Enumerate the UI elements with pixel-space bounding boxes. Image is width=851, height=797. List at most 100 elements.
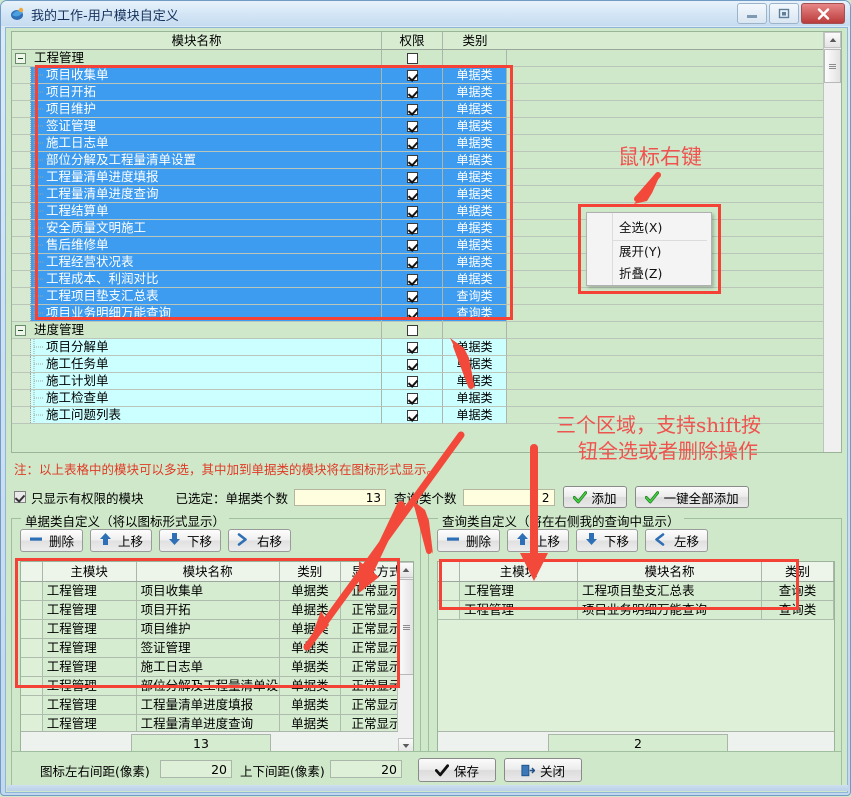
tree-permission-cell[interactable]	[382, 271, 443, 288]
tree-item-row[interactable]: 施工检查单单据类	[12, 390, 824, 407]
tree-item-row[interactable]: 工程量清单进度填报单据类	[12, 169, 824, 186]
permission-checkbox[interactable]	[407, 138, 418, 149]
tree-item-row[interactable]: 签证管理单据类	[12, 118, 824, 135]
tree-row-name-cell[interactable]: 工程项目垫支汇总表	[12, 288, 382, 305]
permission-checkbox[interactable]	[407, 206, 418, 217]
bill-count-field[interactable]: 13	[294, 489, 386, 506]
tree-permission-cell[interactable]	[382, 254, 443, 271]
tree-permission-cell[interactable]	[382, 186, 443, 203]
grid-column-header[interactable]: 模块名称	[137, 562, 280, 581]
table-row[interactable]: 工程管理签证管理单据类正常显示	[21, 639, 413, 658]
table-row[interactable]: 工程管理施工日志单单据类正常显示	[21, 658, 413, 677]
tree-row-name-cell[interactable]: 施工计划单	[12, 373, 382, 390]
bill-panel-arrow-right-button[interactable]: 右移	[228, 529, 291, 552]
tree-permission-cell[interactable]	[382, 203, 443, 220]
collapse-expander-icon[interactable]	[15, 325, 26, 336]
add-button[interactable]: 添加	[563, 486, 627, 508]
bill-scroll-thumb[interactable]	[398, 579, 414, 675]
menu-item-expand[interactable]: 展开(Y)	[613, 241, 661, 263]
tree-permission-cell[interactable]	[382, 339, 443, 356]
permission-checkbox[interactable]	[407, 87, 418, 98]
row-indicator-cell[interactable]	[21, 639, 43, 658]
tree-row-name-cell[interactable]: 项目开拓	[12, 84, 382, 101]
table-row[interactable]: 工程管理项目业务明细万能查询查询类	[438, 601, 834, 620]
table-row[interactable]: 工程管理项目开拓单据类正常显示	[21, 601, 413, 620]
grid-column-header[interactable]: 类别	[280, 562, 341, 581]
tree-row-name-cell[interactable]: 施工日志单	[12, 135, 382, 152]
query-grid[interactable]: 主模块模块名称类别 工程管理工程项目垫支汇总表查询类工程管理项目业务明细万能查询…	[437, 561, 835, 754]
scroll-up-icon[interactable]	[398, 562, 414, 578]
tree-row-name-cell[interactable]: 工程量清单进度填报	[12, 169, 382, 186]
tree-row-name-cell[interactable]: 进度管理	[12, 322, 382, 339]
tree-group-row[interactable]: 工程管理	[12, 50, 824, 67]
tree-item-row[interactable]: 项目开拓单据类	[12, 84, 824, 101]
permission-checkbox[interactable]	[407, 359, 418, 370]
menu-item-select-all[interactable]: 全选(X)	[613, 217, 662, 239]
tree-permission-cell[interactable]	[382, 220, 443, 237]
table-row[interactable]: 工程管理工程量清单进度填报单据类正常显示	[21, 696, 413, 715]
bill-toolbar[interactable]: 删除上移下移右移	[20, 529, 291, 552]
tree-scroll-thumb[interactable]	[824, 49, 841, 83]
bill-panel-minus-button[interactable]: 删除	[20, 529, 83, 552]
query-toolbar[interactable]: 删除上移下移左移	[437, 529, 708, 552]
collapse-expander-icon[interactable]	[15, 53, 26, 64]
grid-column-header[interactable]: 主模块	[460, 562, 578, 581]
bill-grid[interactable]: 主模块模块名称类别显示方式 工程管理项目收集单单据类正常显示工程管理项目开拓单据…	[20, 561, 414, 754]
tree-permission-cell[interactable]	[382, 118, 443, 135]
tree-item-row[interactable]: 部位分解及工程量清单设置单据类	[12, 152, 824, 169]
permission-checkbox[interactable]	[407, 223, 418, 234]
tree-item-row[interactable]: 项目收集单单据类	[12, 67, 824, 84]
permission-checkbox[interactable]	[407, 155, 418, 166]
grid-column-header[interactable]: 模块名称	[578, 562, 762, 581]
tree-row-name-cell[interactable]: 项目分解单	[12, 339, 382, 356]
v-spacing-field[interactable]: 20	[330, 760, 402, 778]
context-menu[interactable]: 全选(X) 展开(Y) 折叠(Z)	[586, 212, 712, 286]
permission-checkbox[interactable]	[407, 342, 418, 353]
query-count-field[interactable]: 2	[463, 489, 555, 506]
tree-row-name-cell[interactable]: 售后维修单	[12, 237, 382, 254]
tree-item-row[interactable]: 项目业务明细万能查询查询类	[12, 305, 824, 322]
tree-row-name-cell[interactable]: 工程管理	[12, 50, 382, 67]
permission-checkbox[interactable]	[407, 274, 418, 285]
tree-permission-cell[interactable]	[382, 152, 443, 169]
tree-permission-cell[interactable]	[382, 407, 443, 424]
minimize-button[interactable]	[737, 3, 767, 24]
tree-permission-cell[interactable]	[382, 356, 443, 373]
tree-item-row[interactable]: 施工日志单单据类	[12, 135, 824, 152]
tree-row-name-cell[interactable]: 签证管理	[12, 118, 382, 135]
tree-group-row[interactable]: 进度管理	[12, 322, 824, 339]
tree-row-name-cell[interactable]: 施工检查单	[12, 390, 382, 407]
tree-item-row[interactable]: 工程量清单进度查询单据类	[12, 186, 824, 203]
tree-item-row[interactable]: 施工计划单单据类	[12, 373, 824, 390]
tree-permission-cell[interactable]	[382, 390, 443, 407]
tree-row-name-cell[interactable]: 施工任务单	[12, 356, 382, 373]
query-grid-body[interactable]: 工程管理工程项目垫支汇总表查询类工程管理项目业务明细万能查询查询类	[438, 582, 834, 620]
tree-permission-cell[interactable]	[382, 101, 443, 118]
permission-checkbox[interactable]	[407, 53, 418, 64]
permission-checkbox[interactable]	[407, 325, 418, 336]
row-indicator-cell[interactable]	[21, 601, 43, 620]
row-indicator-cell[interactable]	[438, 582, 460, 601]
query-panel-minus-button[interactable]: 删除	[437, 529, 500, 552]
tree-item-row[interactable]: 施工任务单单据类	[12, 356, 824, 373]
row-indicator-cell[interactable]	[438, 601, 460, 620]
permission-checkbox[interactable]	[407, 257, 418, 268]
tree-row-name-cell[interactable]: 安全质量文明施工	[12, 220, 382, 237]
only-permitted-checkbox[interactable]	[14, 491, 26, 503]
permission-checkbox[interactable]	[407, 240, 418, 251]
bill-panel-arrow-down-button[interactable]: 下移	[159, 529, 221, 552]
close-button[interactable]	[801, 3, 845, 24]
tree-row-name-cell[interactable]: 项目业务明细万能查询	[12, 305, 382, 322]
tree-item-row[interactable]: 项目分解单单据类	[12, 339, 824, 356]
grid-column-header[interactable]: 主模块	[43, 562, 137, 581]
permission-checkbox[interactable]	[407, 410, 418, 421]
save-button[interactable]: 保存	[418, 758, 496, 782]
permission-checkbox[interactable]	[407, 393, 418, 404]
tree-row-name-cell[interactable]: 项目收集单	[12, 67, 382, 84]
bill-panel-arrow-up-button[interactable]: 上移	[90, 529, 152, 552]
tree-row-name-cell[interactable]: 工程结算单	[12, 203, 382, 220]
row-indicator-cell[interactable]	[21, 658, 43, 677]
tree-row-name-cell[interactable]: 工程成本、利润对比	[12, 271, 382, 288]
tree-row-name-cell[interactable]: 施工问题列表	[12, 407, 382, 424]
query-panel-arrow-down-button[interactable]: 下移	[576, 529, 638, 552]
